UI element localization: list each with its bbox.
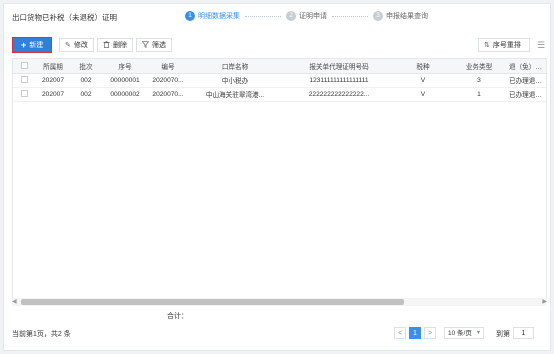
row-checkbox[interactable] xyxy=(13,73,35,88)
page-size-value: 10 条/页 xyxy=(448,330,472,337)
edit-button-label: 修改 xyxy=(73,42,88,49)
edit-icon: ✎ xyxy=(65,42,71,49)
new-button[interactable]: + 新建 xyxy=(12,37,53,53)
table-cell: 123111111111111111 xyxy=(283,73,395,88)
table-cell: 已办理退（免 xyxy=(507,73,546,88)
table-cell: 00000001 xyxy=(101,73,149,88)
plus-icon: + xyxy=(21,40,27,50)
step-3[interactable]: 3 申报结果查询 xyxy=(373,11,428,21)
step-label: 证明申请 xyxy=(299,13,327,20)
row-checkbox[interactable] xyxy=(13,87,35,102)
table-row[interactable]: 202007 002 00000002 2020070... 中山海关驻翠湾港.… xyxy=(13,87,546,102)
step-number: 3 xyxy=(373,11,383,21)
step-label: 申报结果查询 xyxy=(386,13,428,20)
prev-page-button[interactable]: < xyxy=(394,327,406,339)
page-info: 当前第1页，共2 条 xyxy=(12,331,71,338)
column-header[interactable]: 口岸名称 xyxy=(187,59,283,74)
column-header[interactable]: 所属期 xyxy=(35,59,71,74)
page-title: 出口货物已补税（未退税）证明 xyxy=(12,13,117,22)
table-cell: 中小税办 xyxy=(187,73,283,88)
data-table: 所属期 批次 序号 编号 口岸名称 报关单代理证明号码 税种 业务类型 退（免）… xyxy=(12,58,547,306)
table-header-row: 所属期 批次 序号 编号 口岸名称 报关单代理证明号码 税种 业务类型 退（免）… xyxy=(13,59,546,74)
step-number: 2 xyxy=(286,11,296,21)
goto-page-input[interactable]: 1 xyxy=(513,327,534,339)
pagination-bar: 当前第1页，共2 条 < 1 > 10 条/页 ▾ 到第 1 xyxy=(4,325,550,345)
page-size-select[interactable]: 10 条/页 ▾ xyxy=(444,327,484,339)
goto-label: 到第 xyxy=(496,331,510,338)
step-number: 1 xyxy=(185,11,195,21)
column-header[interactable]: 批次 xyxy=(71,59,101,74)
column-header[interactable]: 税种 xyxy=(395,59,451,74)
sort-renumber-button[interactable]: ⇅ 序号重排 xyxy=(478,38,530,52)
table-cell: 202007 xyxy=(35,87,71,102)
filter-button-label: 筛选 xyxy=(152,42,166,49)
column-header[interactable]: 序号 xyxy=(101,59,149,74)
table-cell: 222222222222222... xyxy=(283,87,395,102)
page-number-button[interactable]: 1 xyxy=(409,327,421,339)
table-cell: 00000002 xyxy=(101,87,149,102)
sort-icon: ⇅ xyxy=(484,42,490,49)
horizontal-scrollbar[interactable]: ◀ ▶ xyxy=(12,298,547,306)
chevron-down-icon: ▾ xyxy=(476,330,480,336)
step-2[interactable]: 2 证明申请 xyxy=(286,11,327,21)
table-cell: V xyxy=(395,73,451,88)
table-row[interactable]: 202007 002 00000001 2020070... 中小税办 1231… xyxy=(13,73,546,88)
table-cell: 3 xyxy=(451,73,507,88)
table-cell: V xyxy=(395,87,451,102)
table-cell: 002 xyxy=(71,73,101,88)
total-label: 合计： xyxy=(167,313,188,320)
scroll-right-arrow-icon[interactable]: ▶ xyxy=(542,298,547,306)
sort-button-label: 序号重排 xyxy=(492,42,521,49)
filter-icon xyxy=(141,40,150,50)
column-header[interactable]: 报关单代理证明号码 xyxy=(283,59,395,74)
next-page-button[interactable]: > xyxy=(424,327,436,339)
column-header[interactable]: 业务类型 xyxy=(451,59,507,74)
step-label: 明细数据采集 xyxy=(198,13,240,20)
column-header[interactable]: 退（免）税业 xyxy=(507,59,546,74)
table-cell: 1 xyxy=(451,87,507,102)
delete-button[interactable]: 删除 xyxy=(97,38,133,52)
filter-button[interactable]: 筛选 xyxy=(136,38,172,52)
delete-button-label: 删除 xyxy=(113,42,127,49)
trash-icon xyxy=(103,40,110,50)
table-cell: 已办理退（免 xyxy=(507,87,546,102)
new-button-label: 新建 xyxy=(29,42,44,49)
column-header[interactable]: 编号 xyxy=(149,59,187,74)
top-bar: 出口货物已补税（未退税）证明 1 明细数据采集 2 证明申请 3 申报结果查询 xyxy=(4,4,550,28)
step-1[interactable]: 1 明细数据采集 xyxy=(185,11,240,21)
scrollbar-thumb[interactable] xyxy=(21,299,404,305)
table-cell: 2020070... xyxy=(149,73,187,88)
step-indicator: 1 明细数据采集 2 证明申请 3 申报结果查询 xyxy=(185,9,428,23)
edit-button[interactable]: ✎ 修改 xyxy=(59,38,94,52)
scroll-left-arrow-icon[interactable]: ◀ xyxy=(12,298,17,306)
step-connector xyxy=(245,15,281,17)
toolbar: + 新建 ✎ 修改 删除 筛选 ⇅ 序号重排 ☰ xyxy=(4,36,550,54)
table-cell: 002 xyxy=(71,87,101,102)
step-connector xyxy=(332,15,368,17)
total-row: 合计： xyxy=(12,309,547,321)
column-settings-icon[interactable]: ☰ xyxy=(537,40,545,51)
main-panel: 出口货物已补税（未退税）证明 1 明细数据采集 2 证明申请 3 申报结果查询 … xyxy=(3,3,551,351)
select-all-checkbox[interactable] xyxy=(13,59,35,74)
table-cell: 中山海关驻翠湾港... xyxy=(187,87,283,102)
table-cell: 202007 xyxy=(35,73,71,88)
table-cell: 2020070... xyxy=(149,87,187,102)
